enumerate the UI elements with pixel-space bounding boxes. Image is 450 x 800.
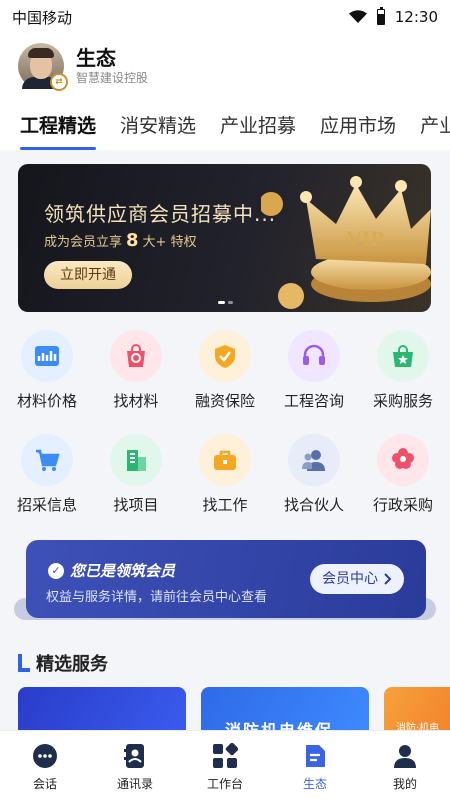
service-label: 融资保险	[194, 392, 255, 410]
battery-icon	[376, 7, 385, 25]
member-card[interactable]: ✓ 您已是领筑会员 权益与服务详情，请前往会员中心查看 会员中心	[26, 540, 426, 618]
banner-title: 领筑供应商会员招募中...	[44, 202, 277, 226]
svg-text:VIP: VIP	[346, 226, 384, 251]
service-engineering-consult[interactable]: 工程咨询	[271, 326, 357, 430]
chart-icon	[21, 330, 73, 382]
wifi-icon	[348, 10, 367, 23]
vip-crown-icon: VIP	[261, 176, 431, 309]
service-finance-insurance[interactable]: 融资保险	[182, 326, 268, 430]
ecosystem-icon	[306, 745, 325, 767]
service-label: 找合伙人	[283, 496, 344, 514]
briefcase-icon	[199, 434, 251, 486]
tab-fire-safety[interactable]: 消安精选	[120, 98, 196, 150]
tab-industry[interactable]: 产业	[420, 98, 450, 150]
service-find-project[interactable]: 找项目	[93, 430, 179, 534]
shop-bag-icon	[377, 330, 429, 382]
service-procurement[interactable]: 采购服务	[360, 326, 446, 430]
service-grid: 材料价格 找材料 融资保险 工程咨询 采购服务 招采信息 找项目 找工作 找合伙…	[0, 326, 450, 534]
service-label: 材料价格	[16, 392, 77, 410]
tabbar-item-profile[interactable]: 我的	[360, 731, 450, 800]
category-tabs: 工程精选 消安精选 产业招募 应用市场 产业	[0, 98, 450, 150]
clock-time: 12:30	[394, 8, 438, 26]
service-material-price[interactable]: 材料价格	[4, 326, 90, 430]
people-icon	[288, 434, 340, 486]
profile-icon	[394, 745, 416, 768]
tabbar-item-contacts[interactable]: 通讯录	[90, 731, 180, 800]
workbench-icon	[213, 743, 238, 768]
service-label: 行政采购	[372, 496, 433, 514]
tabbar-label: 我的	[392, 777, 417, 791]
flower-icon	[377, 434, 429, 486]
member-description: 权益与服务详情，请前往会员中心查看	[46, 590, 268, 605]
tab-app-market[interactable]: 应用市场	[320, 98, 396, 150]
app-header: ⇄ 生态 智慧建设控股	[0, 34, 450, 98]
featured-cards: 消防机电维保 消防·机电	[18, 687, 450, 735]
tabbar-item-ecosystem[interactable]: 生态	[270, 731, 360, 800]
featured-card[interactable]	[18, 687, 186, 735]
tabbar-label: 生态	[302, 777, 327, 791]
featured-card[interactable]: 消防·机电	[384, 687, 450, 735]
promo-banner[interactable]: 领筑供应商会员招募中... 成为会员立享 8 大+ 特权 立即开通 VIP	[18, 164, 431, 312]
chevron-right-icon	[384, 573, 392, 585]
member-title: ✓ 您已是领筑会员	[48, 560, 175, 581]
tab-industry-recruit[interactable]: 产业招募	[220, 98, 296, 150]
service-find-partner[interactable]: 找合伙人	[271, 430, 357, 534]
tabbar-label: 会话	[32, 777, 57, 791]
service-label: 工程咨询	[283, 392, 344, 410]
service-label: 找项目	[113, 496, 159, 514]
switch-badge-icon: ⇄	[50, 73, 68, 91]
service-tender-info[interactable]: 招采信息	[4, 430, 90, 534]
open-membership-button[interactable]: 立即开通	[44, 261, 132, 289]
tab-engineering[interactable]: 工程精选	[20, 98, 97, 150]
service-find-job[interactable]: 找工作	[182, 430, 268, 534]
banner-subtitle: 成为会员立享 8 大+ 特权	[44, 230, 197, 251]
avatar[interactable]: ⇄	[18, 43, 68, 91]
headset-icon	[288, 330, 340, 382]
service-find-material[interactable]: 找材料	[93, 326, 179, 430]
member-center-button[interactable]: 会员中心	[310, 564, 404, 594]
section-title: 精选服务	[18, 650, 108, 676]
org-name: 智慧建设控股	[76, 71, 149, 85]
shopping-bag-icon	[110, 330, 162, 382]
page-title: 生态	[76, 46, 116, 70]
tabbar-label: 通讯录	[116, 777, 153, 791]
shield-icon	[199, 330, 251, 382]
carrier-name: 中国移动	[12, 8, 73, 27]
member-check-icon: ✓	[48, 562, 64, 579]
bottom-tab-bar: 会话 通讯录 工作台 生态 我的	[0, 730, 450, 800]
status-bar: 中国移动 12:30	[0, 0, 450, 34]
featured-card[interactable]: 消防机电维保	[201, 687, 369, 735]
service-label: 找材料	[113, 392, 159, 410]
section-marker-icon	[18, 654, 30, 672]
service-label: 采购服务	[372, 392, 433, 410]
tabbar-item-chat[interactable]: 会话	[0, 731, 90, 800]
tabbar-label: 工作台	[206, 777, 243, 791]
building-icon	[110, 434, 162, 486]
contacts-icon	[124, 744, 144, 768]
carousel-dots	[218, 301, 233, 304]
chat-icon	[33, 744, 57, 768]
cart-icon	[21, 434, 73, 486]
tabbar-item-workbench[interactable]: 工作台	[180, 731, 270, 800]
service-admin-procurement[interactable]: 行政采购	[360, 430, 446, 534]
service-label: 找工作	[202, 496, 248, 514]
service-label: 招采信息	[16, 496, 77, 514]
